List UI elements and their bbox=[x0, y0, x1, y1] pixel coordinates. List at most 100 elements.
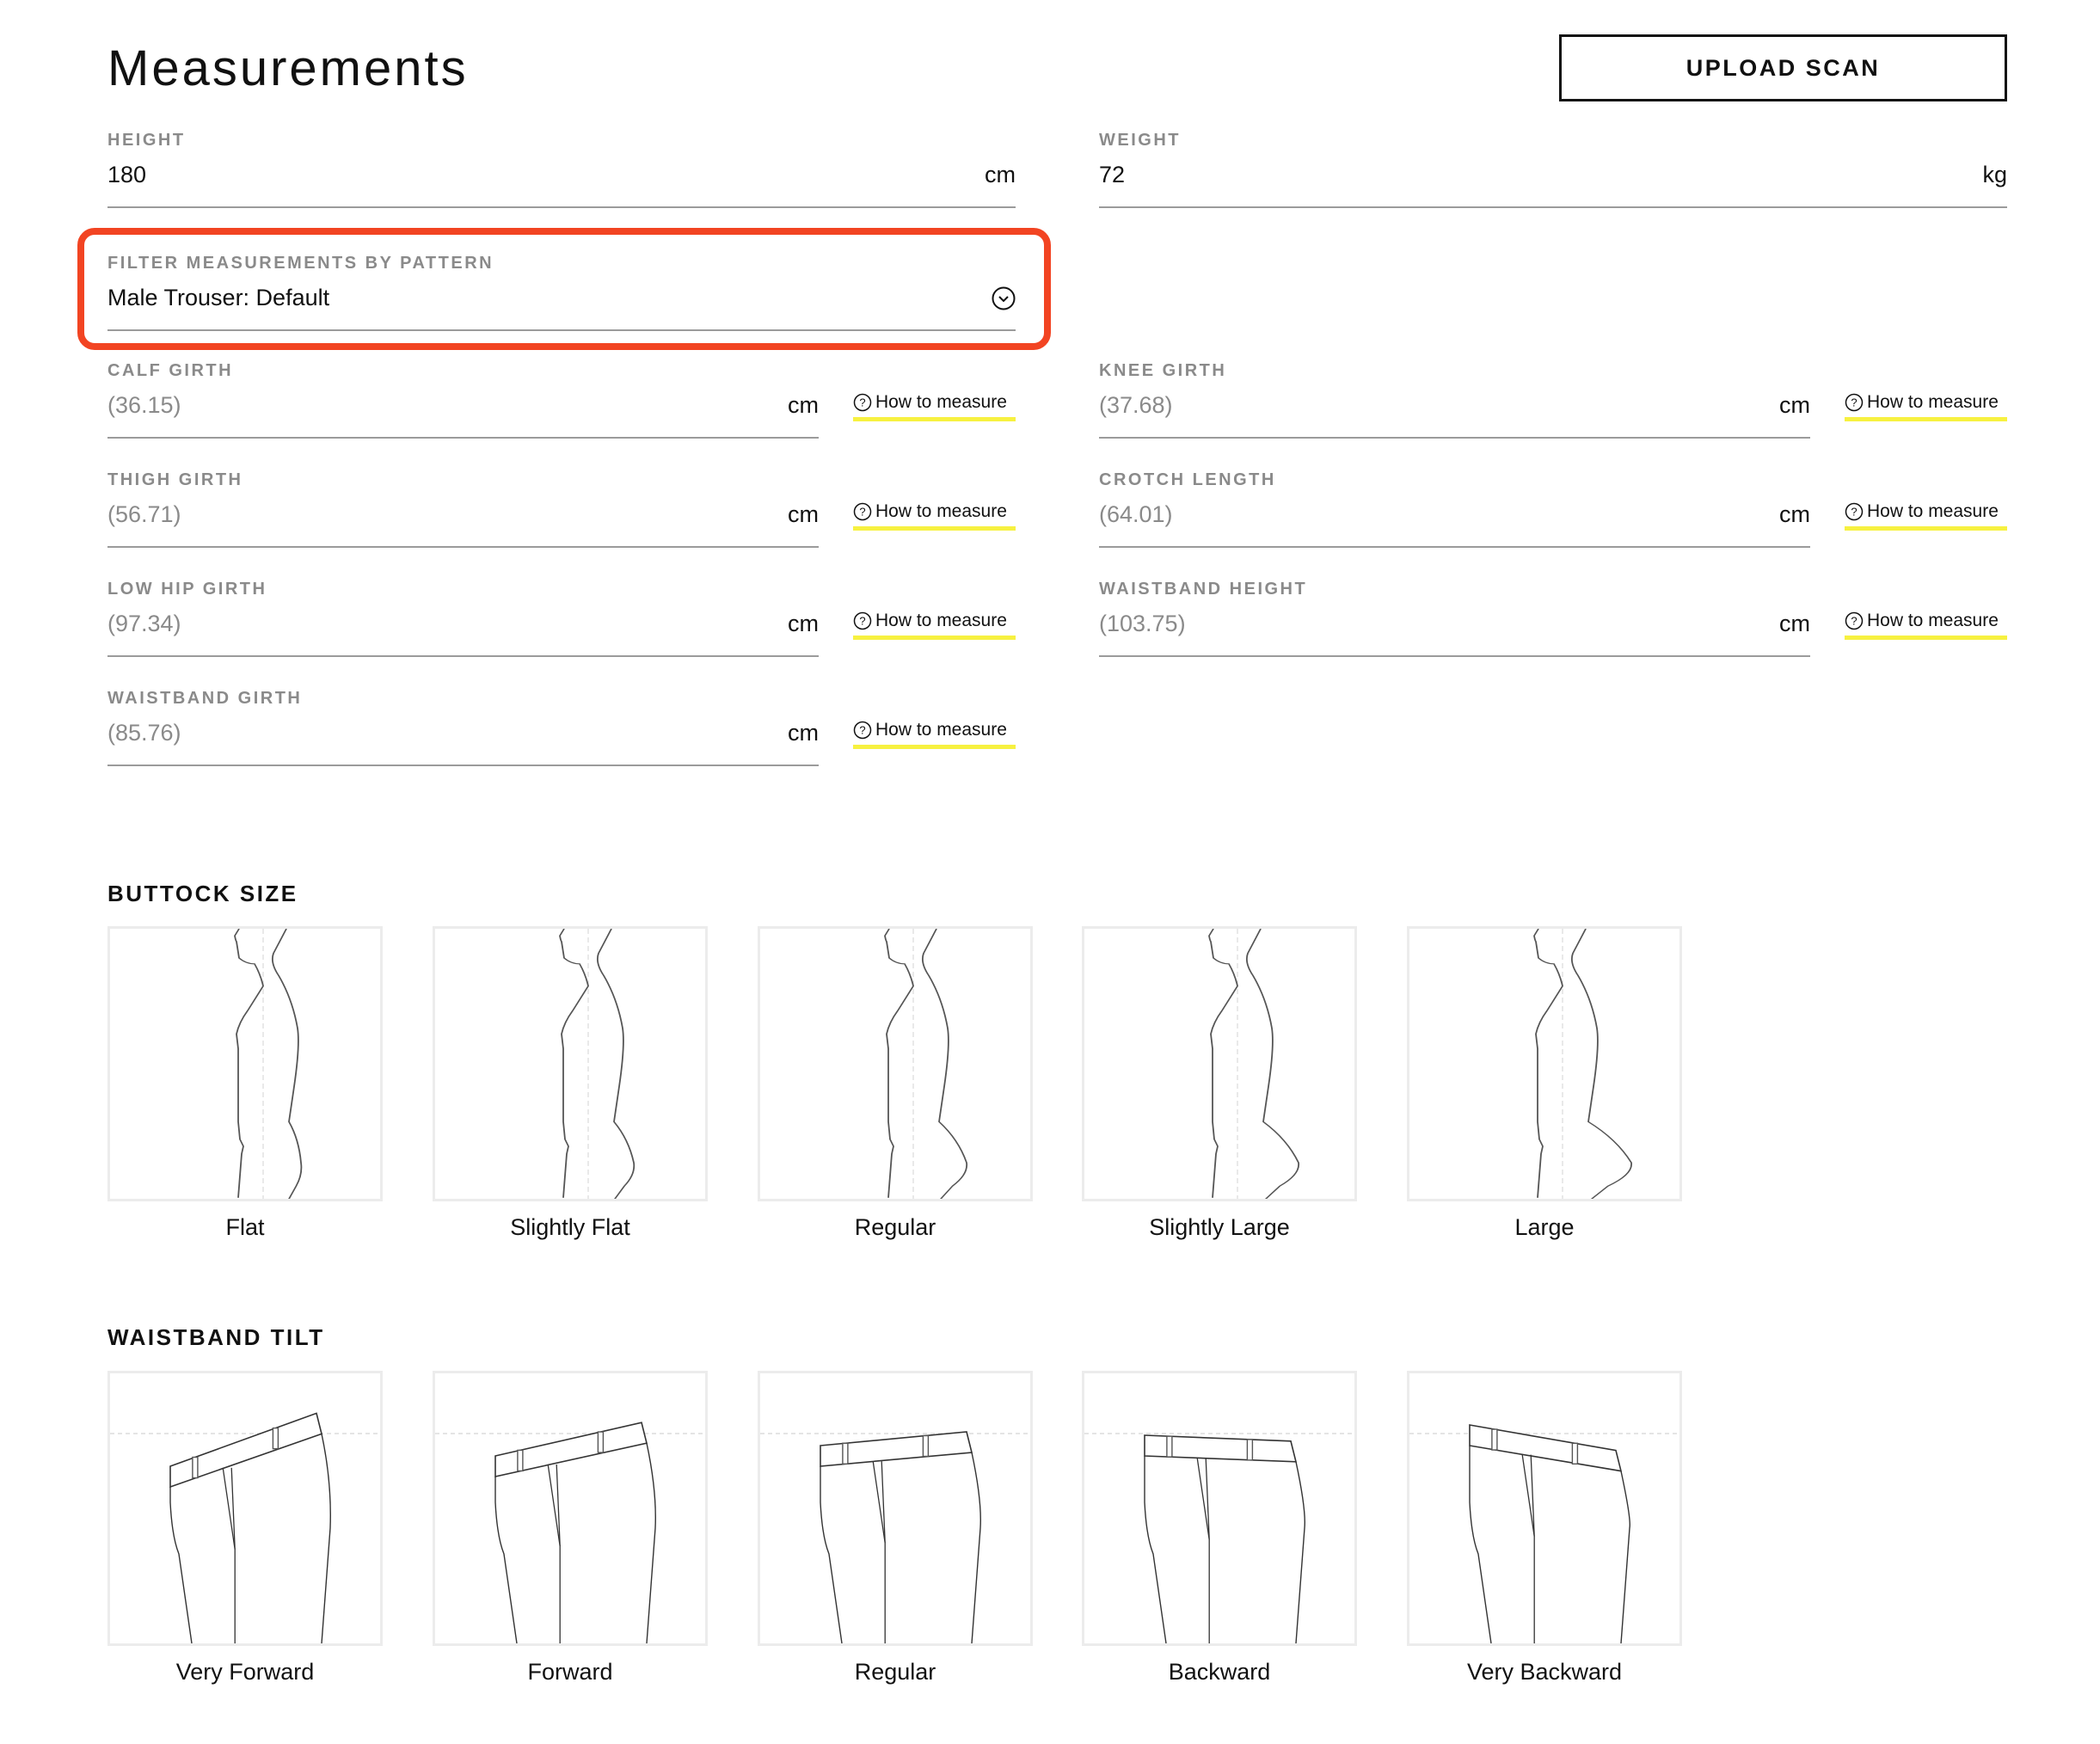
trouser-waistband-icon bbox=[1084, 1433, 1354, 1643]
body-silhouette-icon bbox=[559, 929, 636, 1199]
upload-scan-button[interactable]: UPLOAD SCAN bbox=[1559, 34, 2007, 101]
calf-girth-how-to-measure-link[interactable]: ? How to measure bbox=[853, 392, 1016, 421]
weight-input[interactable]: 72 bbox=[1099, 162, 1125, 188]
weight-unit: kg bbox=[1982, 162, 2007, 187]
crotch-length-label: CROTCH LENGTH bbox=[1099, 470, 1276, 489]
waistband-height-how-to-measure-link[interactable]: ? How to measure bbox=[1845, 611, 2007, 640]
waistband-tilt-label-forward: Forward bbox=[527, 1659, 613, 1685]
calf-girth-field[interactable]: CALF GIRTH (36.15) cm bbox=[107, 361, 819, 447]
knee-girth-input[interactable]: (37.68) bbox=[1099, 392, 1173, 419]
waistband-girth-field[interactable]: WAISTBAND GIRTH (85.76) cm bbox=[107, 689, 819, 775]
height-input[interactable]: 180 bbox=[107, 162, 146, 188]
help-circle-icon: ? bbox=[1845, 611, 1864, 630]
how-to-measure-underline bbox=[853, 526, 1016, 531]
thigh-girth-label: THIGH GIRTH bbox=[107, 470, 243, 489]
knee-girth-field[interactable]: KNEE GIRTH (37.68) cm bbox=[1099, 361, 1810, 447]
body-silhouette-icon bbox=[234, 929, 303, 1199]
pattern-filter-value[interactable]: Male Trouser: Default bbox=[107, 285, 329, 311]
crotch-length-input[interactable]: (64.01) bbox=[1099, 501, 1173, 528]
body-silhouette-icon bbox=[1208, 929, 1299, 1199]
buttock-size-option-slightly-flat[interactable] bbox=[433, 926, 708, 1201]
waistband-tilt-option-regular[interactable] bbox=[758, 1371, 1033, 1646]
crotch-length-unit: cm bbox=[1779, 501, 1810, 527]
crotch-length-underline bbox=[1099, 546, 1810, 548]
how-to-measure-label: How to measure bbox=[875, 501, 1007, 521]
waistband-girth-how-to-measure-link[interactable]: ? How to measure bbox=[853, 720, 1016, 749]
waistband-tilt-option-backward[interactable] bbox=[1082, 1371, 1357, 1646]
weight-underline bbox=[1099, 206, 2007, 208]
buttock-size-title: BUTTOCK SIZE bbox=[107, 881, 298, 906]
buttock-size-label-slightly-flat: Slightly Flat bbox=[510, 1214, 630, 1240]
svg-text:?: ? bbox=[1851, 615, 1857, 628]
pattern-filter-label: FILTER MEASUREMENTS BY PATTERN bbox=[107, 254, 494, 273]
svg-text:?: ? bbox=[859, 615, 865, 628]
knee-girth-unit: cm bbox=[1779, 392, 1810, 418]
height-underline bbox=[107, 206, 1016, 208]
waistband-girth-unit: cm bbox=[788, 720, 819, 746]
waistband-girth-underline bbox=[107, 765, 819, 766]
how-to-measure-underline bbox=[1845, 417, 2007, 421]
buttock-size-label-slightly-large: Slightly Large bbox=[1149, 1214, 1290, 1240]
pattern-filter-select[interactable]: FILTER MEASUREMENTS BY PATTERN Male Trou… bbox=[107, 254, 1016, 340]
waistband-tilt-option-very-forward[interactable] bbox=[107, 1371, 383, 1646]
low-hip-girth-label: LOW HIP GIRTH bbox=[107, 580, 267, 599]
waistband-girth-input[interactable]: (85.76) bbox=[107, 720, 181, 746]
trouser-waistband-icon bbox=[435, 1422, 705, 1643]
body-silhouette-icon bbox=[884, 929, 968, 1199]
buttock-size-label-regular: Regular bbox=[854, 1214, 936, 1240]
pattern-filter-underline bbox=[107, 329, 1016, 331]
how-to-measure-underline bbox=[853, 417, 1016, 421]
buttock-size-label-large: Large bbox=[1514, 1214, 1575, 1240]
buttock-size-label-flat: Flat bbox=[225, 1214, 265, 1240]
how-to-measure-underline bbox=[853, 636, 1016, 640]
how-to-measure-underline bbox=[1845, 526, 2007, 531]
waistband-height-field[interactable]: WAISTBAND HEIGHT (103.75) cm bbox=[1099, 580, 1810, 666]
crotch-length-how-to-measure-link[interactable]: ? How to measure bbox=[1845, 501, 2007, 531]
svg-text:?: ? bbox=[859, 724, 865, 737]
how-to-measure-underline bbox=[1845, 636, 2007, 640]
waistband-height-input[interactable]: (103.75) bbox=[1099, 611, 1186, 637]
svg-text:?: ? bbox=[1851, 396, 1857, 409]
help-circle-icon: ? bbox=[1845, 393, 1864, 412]
crotch-length-field[interactable]: CROTCH LENGTH (64.01) cm bbox=[1099, 470, 1810, 556]
waistband-tilt-label-regular: Regular bbox=[854, 1659, 936, 1685]
buttock-size-option-large[interactable] bbox=[1407, 926, 1682, 1201]
buttock-size-option-regular[interactable] bbox=[758, 926, 1033, 1201]
calf-girth-input[interactable]: (36.15) bbox=[107, 392, 181, 419]
waistband-tilt-label-backward: Backward bbox=[1168, 1659, 1271, 1685]
how-to-measure-label: How to measure bbox=[1867, 501, 1999, 521]
how-to-measure-label: How to measure bbox=[875, 611, 1007, 630]
how-to-measure-underline bbox=[853, 745, 1016, 749]
waistband-tilt-option-forward[interactable] bbox=[433, 1371, 708, 1646]
waistband-height-underline bbox=[1099, 655, 1810, 657]
svg-text:?: ? bbox=[859, 396, 865, 409]
help-circle-icon: ? bbox=[1845, 502, 1864, 521]
waistband-height-label: WAISTBAND HEIGHT bbox=[1099, 580, 1308, 599]
how-to-measure-label: How to measure bbox=[875, 392, 1007, 412]
chevron-down-circle-icon[interactable] bbox=[992, 286, 1016, 310]
knee-girth-how-to-measure-link[interactable]: ? How to measure bbox=[1845, 392, 2007, 421]
knee-girth-label: KNEE GIRTH bbox=[1099, 361, 1227, 380]
calf-girth-label: CALF GIRTH bbox=[107, 361, 234, 380]
low-hip-girth-underline bbox=[107, 655, 819, 657]
waistband-tilt-title: WAISTBAND TILT bbox=[107, 1324, 325, 1350]
thigh-girth-field[interactable]: THIGH GIRTH (56.71) cm bbox=[107, 470, 819, 556]
help-circle-icon: ? bbox=[853, 721, 872, 740]
how-to-measure-label: How to measure bbox=[1867, 392, 1999, 412]
height-field[interactable]: HEIGHT 180 cm bbox=[107, 131, 1016, 234]
buttock-size-option-flat[interactable] bbox=[107, 926, 383, 1201]
low-hip-girth-how-to-measure-link[interactable]: ? How to measure bbox=[853, 611, 1016, 640]
height-label: HEIGHT bbox=[107, 131, 186, 150]
weight-field[interactable]: WEIGHT 72 kg bbox=[1099, 131, 2007, 234]
knee-girth-underline bbox=[1099, 437, 1810, 439]
waistband-tilt-option-very-backward[interactable] bbox=[1407, 1371, 1682, 1646]
thigh-girth-how-to-measure-link[interactable]: ? How to measure bbox=[853, 501, 1016, 531]
weight-label: WEIGHT bbox=[1099, 131, 1181, 150]
how-to-measure-label: How to measure bbox=[875, 720, 1007, 740]
thigh-girth-input[interactable]: (56.71) bbox=[107, 501, 181, 528]
low-hip-girth-field[interactable]: LOW HIP GIRTH (97.34) cm bbox=[107, 580, 819, 666]
waistband-tilt-label-very-backward: Very Backward bbox=[1466, 1659, 1623, 1685]
buttock-size-option-slightly-large[interactable] bbox=[1082, 926, 1357, 1201]
how-to-measure-label: How to measure bbox=[1867, 611, 1999, 630]
low-hip-girth-input[interactable]: (97.34) bbox=[107, 611, 181, 637]
